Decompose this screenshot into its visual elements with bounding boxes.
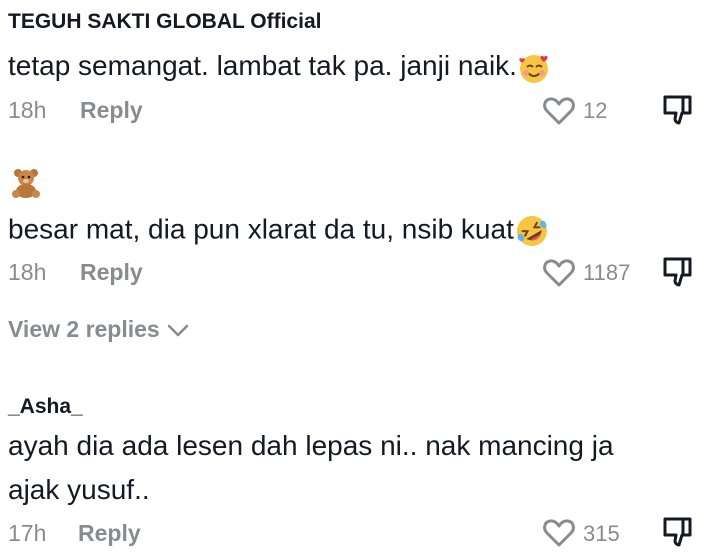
comment-3-time: 17h (8, 520, 47, 546)
comment-1-time: 18h (8, 97, 47, 123)
comment-3-text-line1: ayah dia ada lesen dah lepas ni.. nak ma… (8, 430, 614, 461)
view-replies-button[interactable]: View 2 replies (8, 316, 190, 343)
heart-icon[interactable] (541, 254, 577, 290)
comment-1-like-count: 12 (583, 98, 608, 123)
heart-icon[interactable] (541, 514, 577, 550)
comment-2-text-content: besar mat, dia pun xlarat da tu, nsib ku… (8, 213, 514, 245)
chevron-down-icon (167, 324, 188, 336)
comment-3-text-line2: ajak yusuf.. (8, 474, 150, 505)
comment-2-reply-button[interactable]: Reply (80, 259, 143, 286)
comment-3-username[interactable]: _Asha_ (8, 395, 83, 419)
teddy-bear-avatar-icon[interactable] (10, 167, 42, 199)
dislike-icon[interactable] (660, 514, 696, 550)
comment-2-like-count: 1187 (583, 260, 631, 285)
comment-2-time: 18h (8, 259, 47, 285)
comment-1-text: tetap semangat. lambat tak pa. janji nai… (8, 50, 551, 85)
comment-1-reply-button[interactable]: Reply (80, 97, 143, 124)
comment-3-like-count: 315 (583, 521, 620, 546)
comment-1-username[interactable]: TEGUH SAKTI GLOBAL Official (8, 10, 321, 34)
smiling-face-with-hearts-icon (519, 54, 548, 83)
rolling-on-floor-laughing-icon (516, 216, 547, 246)
comment-2-text: besar mat, dia pun xlarat da tu, nsib ku… (8, 213, 550, 249)
dislike-icon[interactable] (660, 92, 696, 128)
heart-icon[interactable] (541, 92, 577, 128)
dislike-icon[interactable] (660, 254, 696, 290)
comment-3-reply-button[interactable]: Reply (78, 520, 141, 547)
view-replies-label: View 2 replies (8, 316, 160, 342)
comment-1-text-content: tetap semangat. lambat tak pa. janji nai… (8, 50, 517, 81)
